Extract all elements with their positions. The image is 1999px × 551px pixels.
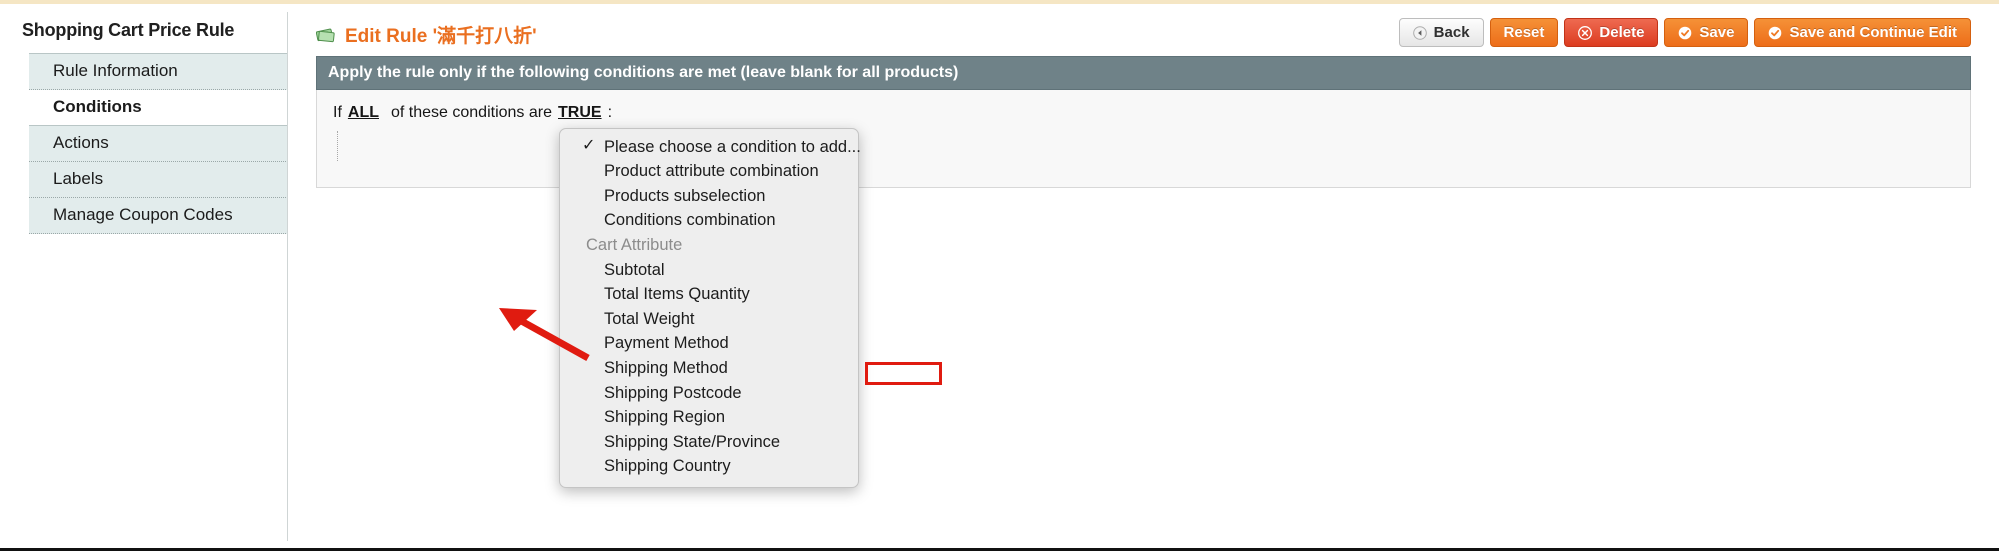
dropdown-option-payment-method[interactable]: Payment Method xyxy=(560,332,858,357)
condition-prefix: If xyxy=(333,104,342,121)
sidebar-item-label: Conditions xyxy=(53,97,142,116)
dropdown-group-label: Cart Attribute xyxy=(586,235,683,254)
dropdown-group-cart-attribute: Cart Attribute xyxy=(560,233,858,258)
dropdown-option-please-choose[interactable]: ✓ Please choose a condition to add... xyxy=(560,135,861,160)
condition-value-link[interactable]: TRUE xyxy=(558,104,602,121)
delete-button[interactable]: Delete xyxy=(1564,18,1659,47)
dropdown-option-shipping-country[interactable]: Shipping Country xyxy=(560,455,858,480)
annotation-highlight-box-subtotal xyxy=(865,362,942,385)
save-and-continue-edit-button[interactable]: Save and Continue Edit xyxy=(1754,18,1971,47)
dropdown-option-label: Please choose a condition to add... xyxy=(604,137,861,156)
check-circle-icon xyxy=(1679,26,1692,39)
dropdown-option-shipping-method[interactable]: Shipping Method xyxy=(560,356,858,381)
dropdown-option-label: Shipping Method xyxy=(604,358,728,377)
sidebar-item-labels[interactable]: Labels xyxy=(29,162,288,198)
page-root: Shopping Cart Price Rule Rule Informatio… xyxy=(0,4,1999,549)
dropdown-option-product-attribute-combination[interactable]: Product attribute combination xyxy=(560,160,858,185)
dropdown-option-shipping-postcode[interactable]: Shipping Postcode xyxy=(560,381,858,406)
dropdown-option-label: Subtotal xyxy=(604,260,665,279)
delete-button-label: Delete xyxy=(1599,24,1645,41)
action-button-row: Back Reset Delete Save Save and Continue… xyxy=(1398,18,1971,47)
main-content: Edit Rule '滿千打八折' Back Reset Delete Save… xyxy=(288,4,1999,549)
sidebar: Shopping Cart Price Rule Rule Informatio… xyxy=(0,4,288,549)
page-title-text: Edit Rule '滿千打八折' xyxy=(345,26,537,47)
save-and-continue-edit-button-label: Save and Continue Edit xyxy=(1789,24,1957,41)
sidebar-item-label: Manage Coupon Codes xyxy=(53,205,233,224)
sidebar-item-label: Rule Information xyxy=(53,61,178,80)
sidebar-item-actions[interactable]: Actions xyxy=(29,126,288,162)
dropdown-option-products-subselection[interactable]: Products subselection xyxy=(560,184,858,209)
page-title: Edit Rule '滿千打八折' xyxy=(316,18,537,48)
dropdown-option-conditions-combination[interactable]: Conditions combination xyxy=(560,209,858,234)
dropdown-option-label: Conditions combination xyxy=(604,211,776,230)
condition-suffix: : xyxy=(607,104,613,121)
dropdown-option-label: Total Weight xyxy=(604,309,695,328)
dropdown-option-total-items-quantity[interactable]: Total Items Quantity xyxy=(560,283,858,308)
check-circle-icon xyxy=(1769,26,1782,39)
dropdown-option-shipping-region[interactable]: Shipping Region xyxy=(560,406,858,431)
dropdown-option-label: Total Items Quantity xyxy=(604,285,750,304)
dropdown-option-label: Shipping Region xyxy=(604,408,726,427)
conditions-panel-heading: Apply the rule only if the following con… xyxy=(316,56,1971,90)
sidebar-item-label: Labels xyxy=(53,169,104,188)
back-button-label: Back xyxy=(1433,24,1470,41)
dropdown-option-label: Shipping Country xyxy=(604,457,731,476)
condition-tree-connector xyxy=(337,131,339,161)
save-button-label: Save xyxy=(1699,24,1735,41)
sidebar-item-manage-coupon-codes[interactable]: Manage Coupon Codes xyxy=(29,198,288,234)
delete-x-icon xyxy=(1578,25,1593,40)
condition-sentence: If ALL of these conditions are TRUE: xyxy=(333,104,1970,122)
dropdown-option-shipping-state-province[interactable]: Shipping State/Province xyxy=(560,430,858,455)
reset-button-label: Reset xyxy=(1503,24,1545,41)
back-button[interactable]: Back xyxy=(1398,18,1484,47)
dropdown-option-total-weight[interactable]: Total Weight xyxy=(560,307,858,332)
sidebar-item-conditions[interactable]: Conditions xyxy=(29,90,288,126)
content-header: Edit Rule '滿千打八折' Back Reset Delete Save… xyxy=(316,4,1971,56)
sidebar-title: Shopping Cart Price Rule xyxy=(22,20,235,40)
sidebar-item-label: Actions xyxy=(53,133,109,152)
sidebar-item-rule-information[interactable]: Rule Information xyxy=(29,53,288,90)
condition-type-dropdown-menu[interactable]: ✓ Please choose a condition to add... Pr… xyxy=(559,128,942,488)
condition-aggregator-link[interactable]: ALL xyxy=(348,104,379,121)
save-button[interactable]: Save xyxy=(1664,18,1749,47)
dropdown-option-label: Product attribute combination xyxy=(604,162,819,181)
dropdown-option-label: Payment Method xyxy=(604,334,729,353)
condition-mid-text: of these conditions are xyxy=(391,104,552,121)
reset-button[interactable]: Reset xyxy=(1489,18,1559,47)
dropdown-option-label: Shipping State/Province xyxy=(604,432,781,451)
money-icon xyxy=(316,28,335,42)
dropdown-option-subtotal[interactable]: Subtotal xyxy=(560,258,858,283)
dropdown-option-label: Products subselection xyxy=(604,186,766,205)
dropdown-option-label: Shipping Postcode xyxy=(604,383,742,402)
back-arrow-icon xyxy=(1412,25,1427,40)
check-icon: ✓ xyxy=(582,137,596,154)
sidebar-nav-list: Rule Information Conditions Actions Labe… xyxy=(29,53,288,234)
